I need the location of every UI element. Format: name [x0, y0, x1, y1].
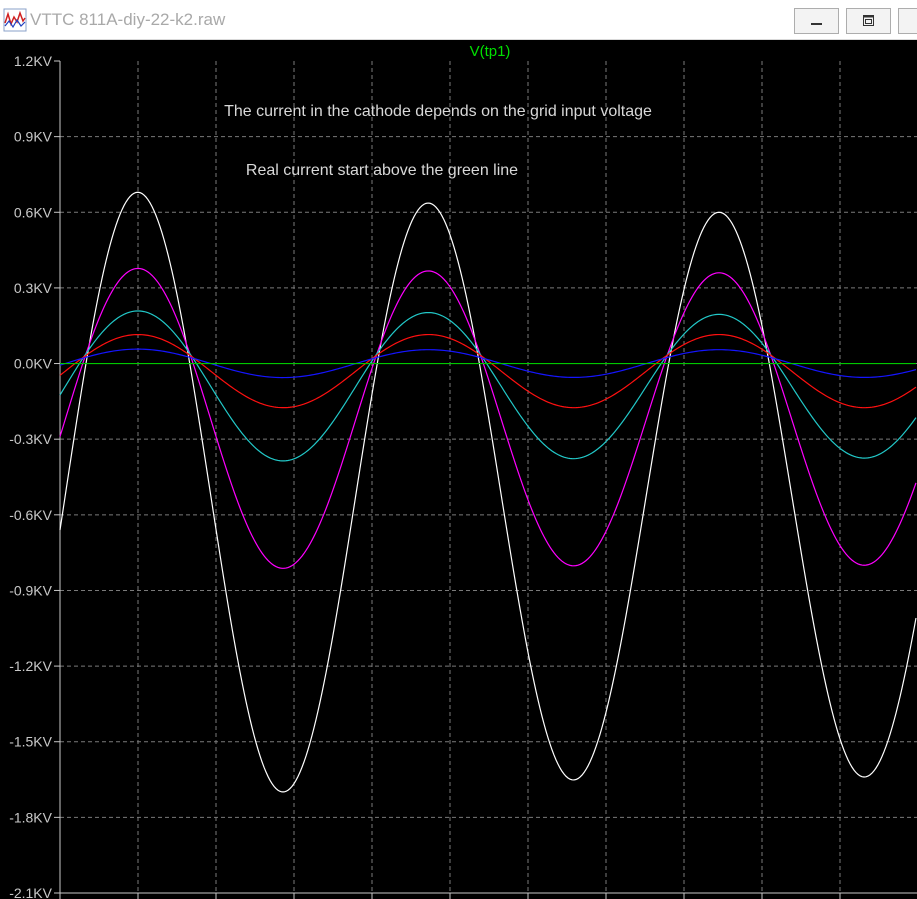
- y-tick-label: -1.2KV: [9, 658, 52, 674]
- y-tick-label: -2.1KV: [9, 885, 52, 899]
- waveform-plot-area[interactable]: 1.2KV 0.9KV 0.6KV 0.3KV 0.0KV -0.3KV -0.6KV -0.…: [0, 40, 917, 899]
- waveform-trace[interactable]: [59, 310, 917, 462]
- minimize-button[interactable]: [794, 8, 839, 34]
- maximize-button[interactable]: [846, 8, 891, 34]
- y-tick-label: 0.3KV: [14, 280, 53, 296]
- minimize-icon: [811, 23, 822, 25]
- trace-label-vtp1[interactable]: V(tp1): [470, 43, 511, 60]
- close-icon: [899, 9, 917, 33]
- waveform-trace[interactable]: [59, 333, 917, 409]
- close-button[interactable]: [898, 8, 917, 34]
- y-tick-label: 1.2KV: [14, 53, 53, 69]
- y-tick-label: -0.6KV: [9, 507, 52, 523]
- waveform-plot[interactable]: 1.2KV 0.9KV 0.6KV 0.3KV 0.0KV -0.3KV -0.6KV -0.…: [0, 40, 917, 899]
- maximize-icon: [863, 15, 874, 26]
- annotation-text: Real current start above the green line: [246, 162, 518, 179]
- waveform-trace[interactable]: [59, 191, 917, 793]
- title-bar: VTTC 811A-diy-22-k2.raw: [0, 0, 917, 40]
- y-tick-label: -1.8KV: [9, 809, 52, 825]
- y-tick-label: 0.6KV: [14, 204, 53, 220]
- annotation-text: The current in the cathode depends on th…: [224, 103, 652, 120]
- y-tick-label: -0.9KV: [9, 582, 52, 598]
- y-tick-label: -1.5KV: [9, 734, 52, 750]
- y-tick-label: -0.3KV: [9, 431, 52, 447]
- window-title: VTTC 811A-diy-22-k2.raw: [30, 10, 226, 29]
- waveform-viewer-icon: [3, 8, 27, 32]
- y-tick-label: 0.9KV: [14, 129, 53, 145]
- y-tick-label: 0.0KV: [14, 356, 53, 372]
- waveform-trace[interactable]: [59, 267, 917, 569]
